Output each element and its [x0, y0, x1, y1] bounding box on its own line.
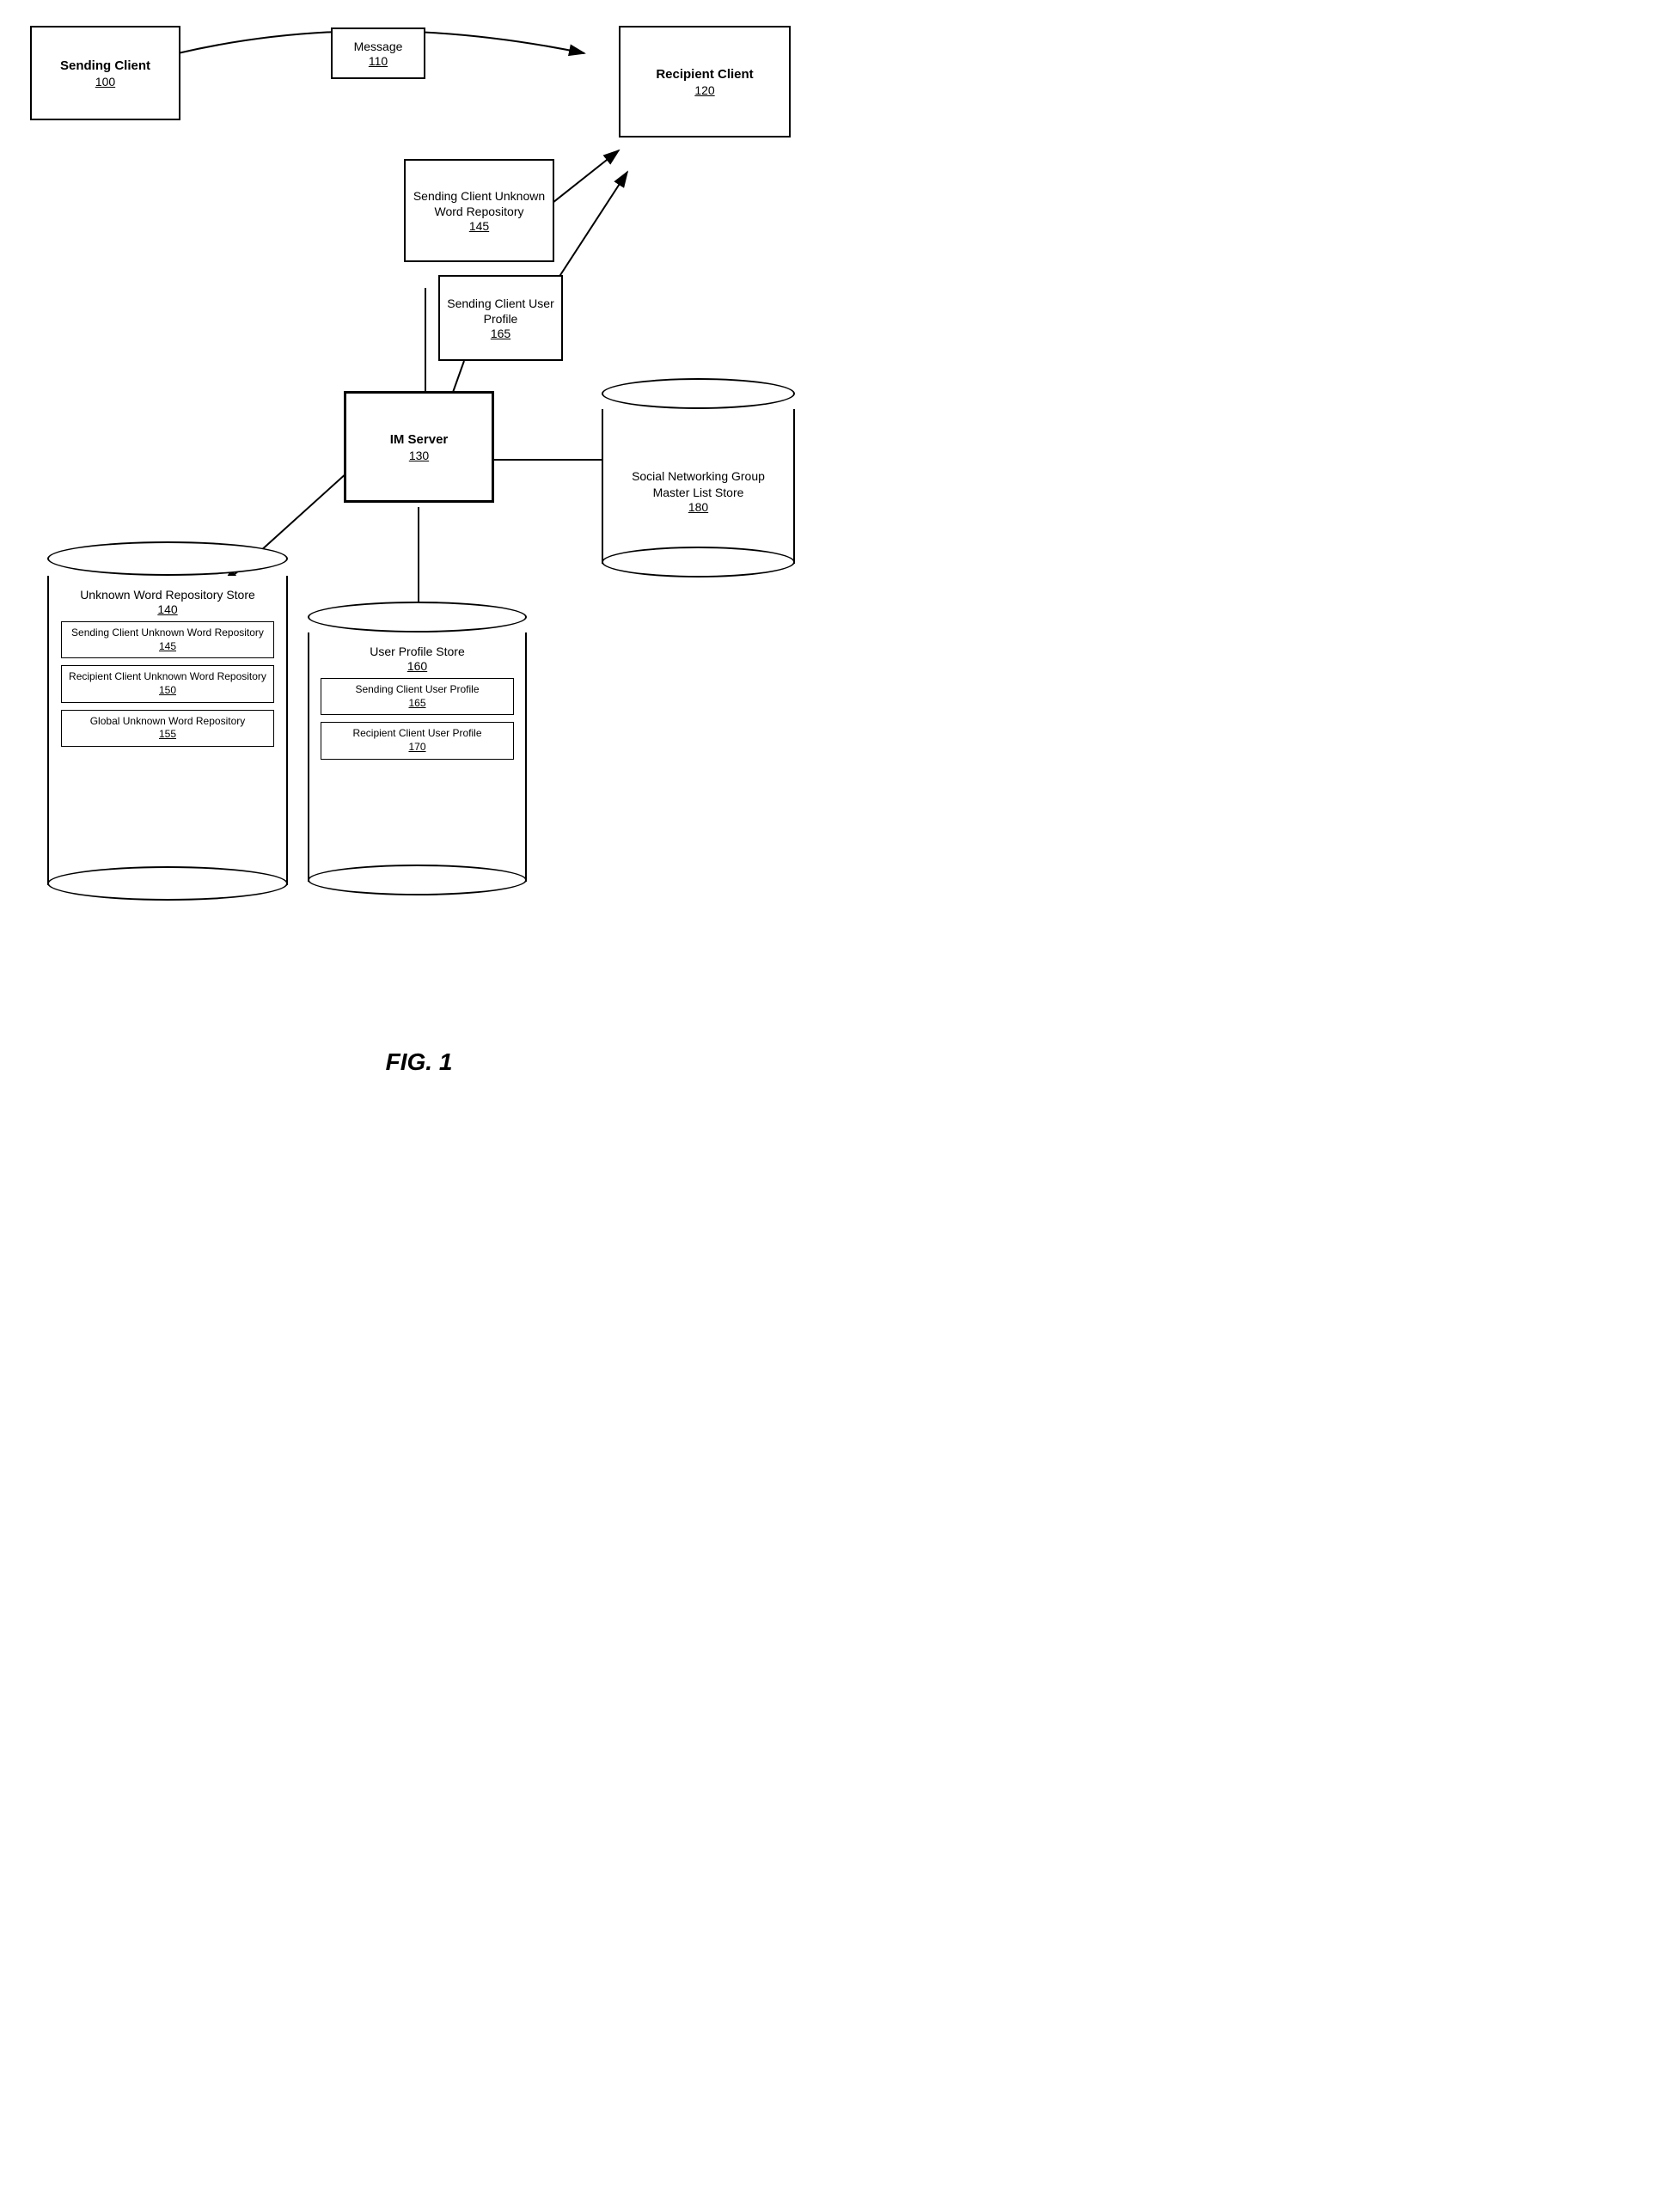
- recipient-client-title: Recipient Client: [656, 66, 753, 83]
- ups-title: User Profile Store: [370, 644, 464, 659]
- inner-global-unknown-id: 155: [69, 728, 266, 742]
- ups-id: 160: [370, 659, 464, 673]
- sending-client-title: Sending Client: [60, 58, 150, 75]
- inner-sc-user-profile-box: Sending Client User Profile 165: [321, 678, 515, 715]
- sending-client-unknown-word-repo-top-box: Sending Client Unknown Word Repository 1…: [404, 159, 554, 262]
- inner-rc-up-title: Recipient Client User Profile: [328, 727, 507, 741]
- sn-id: 180: [612, 500, 785, 514]
- sc-up-top-title: Sending Client User Profile: [440, 296, 561, 327]
- inner-global-unknown-box: Global Unknown Word Repository 155: [61, 710, 274, 747]
- inner-rc-unknown-id: 150: [69, 684, 266, 698]
- inner-rc-user-profile-box: Recipient Client User Profile 170: [321, 722, 515, 759]
- uwrs-id: 140: [80, 602, 255, 616]
- im-server-id: 130: [409, 449, 429, 462]
- inner-rc-up-id: 170: [328, 741, 507, 755]
- diagram: Sending Client 100 Message 110 Recipient…: [0, 0, 838, 1031]
- inner-sc-up-id: 165: [328, 697, 507, 711]
- sc-up-top-id: 165: [491, 327, 510, 340]
- inner-sc-unknown-title: Sending Client Unknown Word Repository: [69, 626, 266, 640]
- inner-sc-unknown-id: 145: [69, 640, 266, 654]
- im-server-title: IM Server: [390, 431, 449, 449]
- message-id: 110: [369, 54, 388, 68]
- sc-uwr-top-id: 145: [469, 219, 489, 233]
- inner-global-unknown-title: Global Unknown Word Repository: [69, 715, 266, 729]
- social-networking-cylinder: Social Networking Group Master List Stor…: [602, 378, 795, 577]
- sending-client-box: Sending Client 100: [30, 26, 180, 120]
- im-server-box: IM Server 130: [344, 391, 494, 503]
- user-profile-store-cylinder: User Profile Store 160 Sending Client Us…: [308, 602, 527, 895]
- recipient-client-id: 120: [694, 83, 714, 97]
- recipient-client-box: Recipient Client 120: [619, 26, 791, 137]
- inner-sc-up-title: Sending Client User Profile: [328, 683, 507, 697]
- sending-client-user-profile-top-box: Sending Client User Profile 165: [438, 275, 563, 361]
- inner-sc-unknown-box: Sending Client Unknown Word Repository 1…: [61, 621, 274, 658]
- uwrs-title: Unknown Word Repository Store: [80, 587, 255, 602]
- figure-caption: FIG. 1: [0, 1040, 838, 1076]
- unknown-word-repo-store-cylinder: Unknown Word Repository Store 140 Sendin…: [47, 541, 288, 901]
- sending-client-id: 100: [95, 75, 115, 89]
- inner-rc-unknown-title: Recipient Client Unknown Word Repository: [69, 670, 266, 684]
- message-title: Message: [354, 39, 403, 54]
- inner-rc-unknown-box: Recipient Client Unknown Word Repository…: [61, 665, 274, 702]
- fig-label: FIG. 1: [386, 1048, 453, 1075]
- message-box: Message 110: [331, 27, 425, 79]
- sc-uwr-top-title: Sending Client Unknown Word Repository: [406, 188, 553, 219]
- sn-title: Social Networking Group Master List Stor…: [612, 468, 785, 499]
